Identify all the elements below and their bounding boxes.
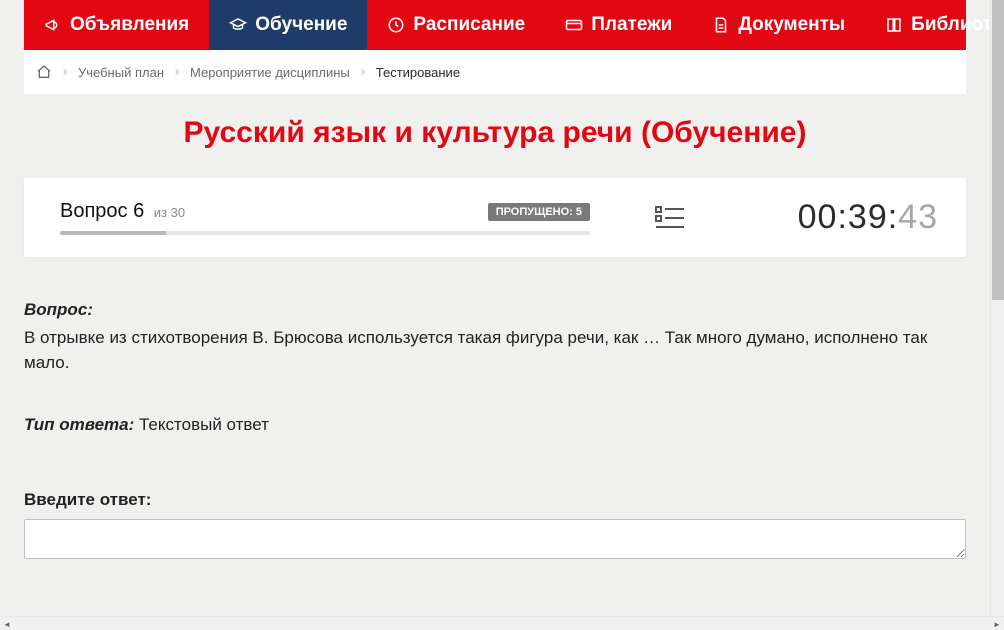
question-total: из 30	[154, 205, 185, 220]
nav-label: Расписание	[413, 14, 525, 36]
nav-label: Библиотека	[911, 14, 990, 36]
breadcrumb-current: Тестирование	[376, 65, 460, 80]
chevron-right-icon	[358, 65, 368, 80]
nav-documents[interactable]: Документы	[692, 0, 865, 50]
page-title: Русский язык и культура речи (Обучение)	[0, 116, 990, 150]
scroll-right-arrow[interactable]: ►	[990, 617, 1004, 630]
skipped-badge: ПРОПУЩЕНО: 5	[488, 203, 590, 221]
nav-library[interactable]: Библиотека	[865, 0, 990, 50]
breadcrumb-link[interactable]: Учебный план	[78, 65, 164, 80]
scrollbar-thumb[interactable]	[992, 0, 1004, 300]
timer: 00:39:43	[750, 198, 938, 237]
question-list-button[interactable]	[655, 204, 685, 232]
nav-label: Объявления	[70, 14, 189, 36]
question-number: Вопрос 6 из 30	[60, 200, 185, 223]
nav-announcements[interactable]: Объявления	[24, 0, 209, 50]
question-body: Вопрос: В отрывке из стихотворения В. Бр…	[24, 257, 966, 566]
answer-type-value: Текстовый ответ	[139, 415, 269, 434]
nav-schedule[interactable]: Расписание	[367, 0, 545, 50]
nav-label: Документы	[738, 14, 845, 36]
doc-icon	[712, 16, 730, 34]
breadcrumb: Учебный план Мероприятие дисциплины Тест…	[24, 50, 966, 94]
progress-fill	[60, 231, 166, 235]
nav-payments[interactable]: Платежи	[545, 0, 692, 50]
enter-answer-label: Введите ответ:	[24, 487, 966, 513]
top-nav: Объявления Обучение Расписание Платежи Д…	[24, 0, 966, 50]
timer-seconds: 43	[898, 198, 938, 236]
megaphone-icon	[44, 16, 62, 34]
graduation-icon	[229, 16, 247, 34]
nav-label: Платежи	[591, 14, 672, 36]
vertical-scrollbar[interactable]	[990, 0, 1004, 616]
scroll-left-arrow[interactable]: ◄	[0, 617, 14, 630]
answer-type-label: Тип ответа:	[24, 415, 134, 434]
breadcrumb-link[interactable]: Мероприятие дисциплины	[190, 65, 350, 80]
chevron-right-icon	[60, 65, 70, 80]
breadcrumb-home[interactable]	[36, 64, 52, 80]
question-label: Вопрос:	[24, 300, 93, 319]
book-icon	[885, 16, 903, 34]
question-bar: Вопрос 6 из 30 ПРОПУЩЕНО: 5	[24, 178, 966, 257]
card-icon	[565, 16, 583, 34]
clock-icon	[387, 16, 405, 34]
home-icon	[36, 64, 52, 80]
question-text: В отрывке из стихотворения В. Брюсова ис…	[24, 325, 966, 376]
nav-label: Обучение	[255, 14, 347, 36]
progress-bar	[60, 231, 590, 235]
answer-input[interactable]	[24, 519, 966, 559]
horizontal-scrollbar[interactable]: ◄ ►	[0, 616, 1004, 630]
question-number-text: Вопрос 6	[60, 200, 144, 222]
nav-education[interactable]: Обучение	[209, 0, 367, 50]
chevron-right-icon	[172, 65, 182, 80]
timer-main: 00:39:	[798, 198, 899, 236]
